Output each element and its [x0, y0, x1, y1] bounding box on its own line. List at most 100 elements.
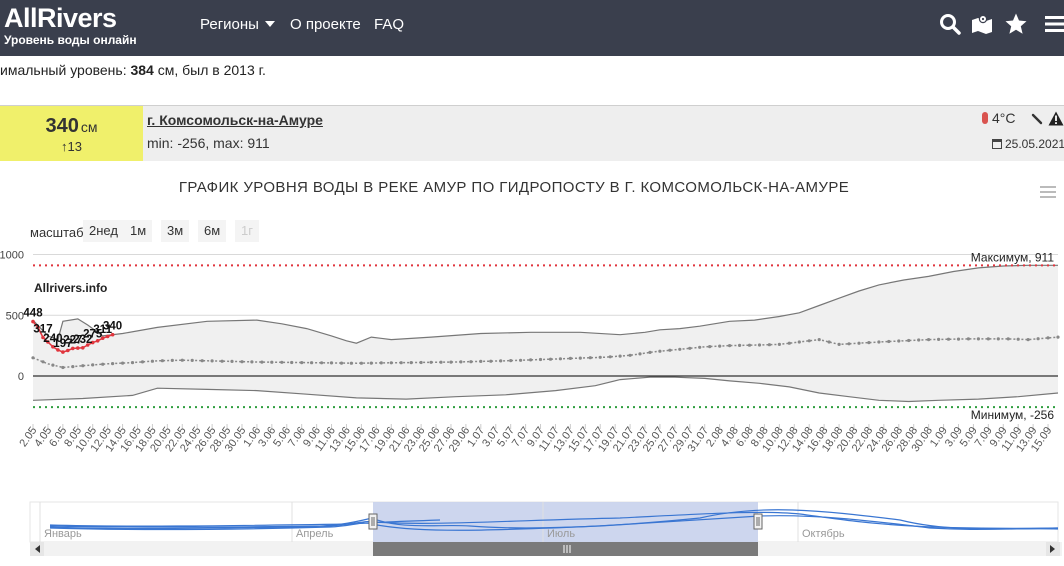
mean-point: [907, 338, 911, 343]
mean-point: [41, 360, 45, 364]
brand[interactable]: AllRivers Уровень воды онлайн: [4, 4, 137, 47]
mean-point: [379, 361, 383, 365]
mean-point: [429, 360, 433, 364]
temperature-value: 4°С: [992, 110, 1016, 126]
pencil-icon[interactable]: [1031, 113, 1043, 125]
map-icon[interactable]: [970, 12, 994, 36]
search-icon[interactable]: [938, 12, 962, 36]
y-tick-label: 0: [18, 371, 24, 383]
mean-point: [329, 361, 334, 365]
mean-point: [867, 341, 871, 345]
mean-point: [489, 359, 493, 363]
mean-point: [419, 360, 423, 365]
mean-point: [628, 353, 632, 357]
mean-point: [220, 359, 224, 363]
mean-point: [937, 337, 941, 341]
zoom-1m-button[interactable]: 1м: [124, 220, 153, 242]
mean-point: [140, 360, 145, 364]
mean-point: [160, 359, 164, 363]
mean-point: [180, 358, 184, 362]
mean-point: [101, 362, 105, 366]
current-level-point: [81, 346, 85, 350]
zoom-6m-button[interactable]: 6м: [198, 220, 227, 242]
mean-point: [648, 350, 652, 354]
mean-point: [877, 340, 881, 344]
mean-point: [767, 343, 772, 347]
mean-point: [588, 356, 592, 360]
record-level-text: имальный уровень: 384 см, был в 2013 г.: [0, 62, 266, 78]
mean-point: [509, 359, 513, 363]
mean-point: [668, 348, 672, 352]
mean-point: [349, 361, 353, 365]
station-range: min: -256, max: 911: [147, 135, 270, 151]
water-level-chart: 1000 500 0 Максимум, 911 Минимум, -256 Allriv…: [0, 250, 1060, 454]
nav-faq[interactable]: FAQ: [374, 16, 404, 34]
mean-point: [71, 365, 75, 369]
mean-point: [250, 360, 254, 364]
y-tick-label: 500: [6, 310, 24, 322]
mean-point: [847, 342, 851, 346]
navigator-handle: [753, 513, 763, 530]
zoom-3m-button[interactable]: 3м: [161, 220, 190, 242]
mean-point: [917, 338, 921, 342]
mean-point: [658, 349, 662, 353]
nav-regions-label: Регионы: [200, 16, 259, 33]
mean-point: [150, 359, 154, 363]
nav-regions[interactable]: Регионы: [200, 16, 275, 34]
mean-point: [449, 360, 453, 364]
thermometer-icon: [982, 112, 988, 124]
brand-tagline: Уровень воды онлайн: [4, 33, 137, 47]
mean-point: [389, 361, 393, 365]
mean-point: [290, 360, 294, 365]
station-link[interactable]: г. Комсомольск-на-Амуре: [147, 112, 323, 128]
mean-point: [130, 361, 135, 365]
mean-point: [548, 357, 553, 361]
navigator-handle: [368, 513, 378, 530]
mean-point: [986, 337, 990, 341]
navigator-month-label: Июль: [547, 528, 575, 540]
mean-point: [399, 361, 403, 365]
mean-point: [190, 358, 194, 362]
navigator-month-label: Октябрь: [802, 528, 845, 540]
mean-point: [280, 360, 284, 364]
star-icon[interactable]: [1004, 12, 1028, 36]
mean-point: [240, 360, 244, 364]
current-level-data-label: 340: [103, 321, 122, 333]
mean-point: [1016, 337, 1020, 341]
mean-point: [230, 359, 234, 363]
mean-point: [320, 361, 324, 365]
current-level-point: [61, 350, 65, 354]
mean-point: [529, 358, 533, 362]
mean-point: [787, 341, 791, 345]
mean-point: [31, 356, 35, 360]
mean-point: [837, 342, 841, 346]
record-suffix: см, был в 2013 г.: [153, 62, 266, 78]
mean-point: [817, 338, 821, 342]
mean-point: [300, 361, 304, 365]
warning-icon[interactable]: [1048, 111, 1064, 126]
zoom-2w-button[interactable]: 2нед: [83, 220, 124, 242]
mean-point: [1046, 336, 1050, 340]
mean-point: [678, 347, 682, 351]
level-value: 340: [45, 115, 79, 137]
mean-point: [598, 355, 602, 359]
menu-icon[interactable]: [1043, 12, 1064, 36]
mean-point: [479, 359, 483, 363]
mean-point: [359, 361, 363, 365]
mean-point: [519, 358, 523, 362]
mean-point: [270, 360, 274, 364]
current-level-point: [76, 346, 80, 350]
chart-menu-button[interactable]: [1040, 186, 1056, 198]
mean-point: [718, 344, 722, 348]
chart-navigator[interactable]: Январь Апрель Июль Октябрь: [0, 500, 1064, 566]
navigator-month-label: Апрель: [296, 528, 334, 540]
mean-point: [459, 360, 463, 364]
brand-name[interactable]: AllRivers: [4, 4, 137, 32]
mean-point: [708, 345, 712, 349]
mean-point: [966, 337, 971, 341]
mean-point: [469, 360, 473, 364]
nav-about[interactable]: О проекте: [290, 16, 361, 34]
record-prefix: имальный уровень:: [0, 62, 131, 78]
mean-point: [927, 338, 931, 342]
mean-point: [1056, 335, 1060, 339]
